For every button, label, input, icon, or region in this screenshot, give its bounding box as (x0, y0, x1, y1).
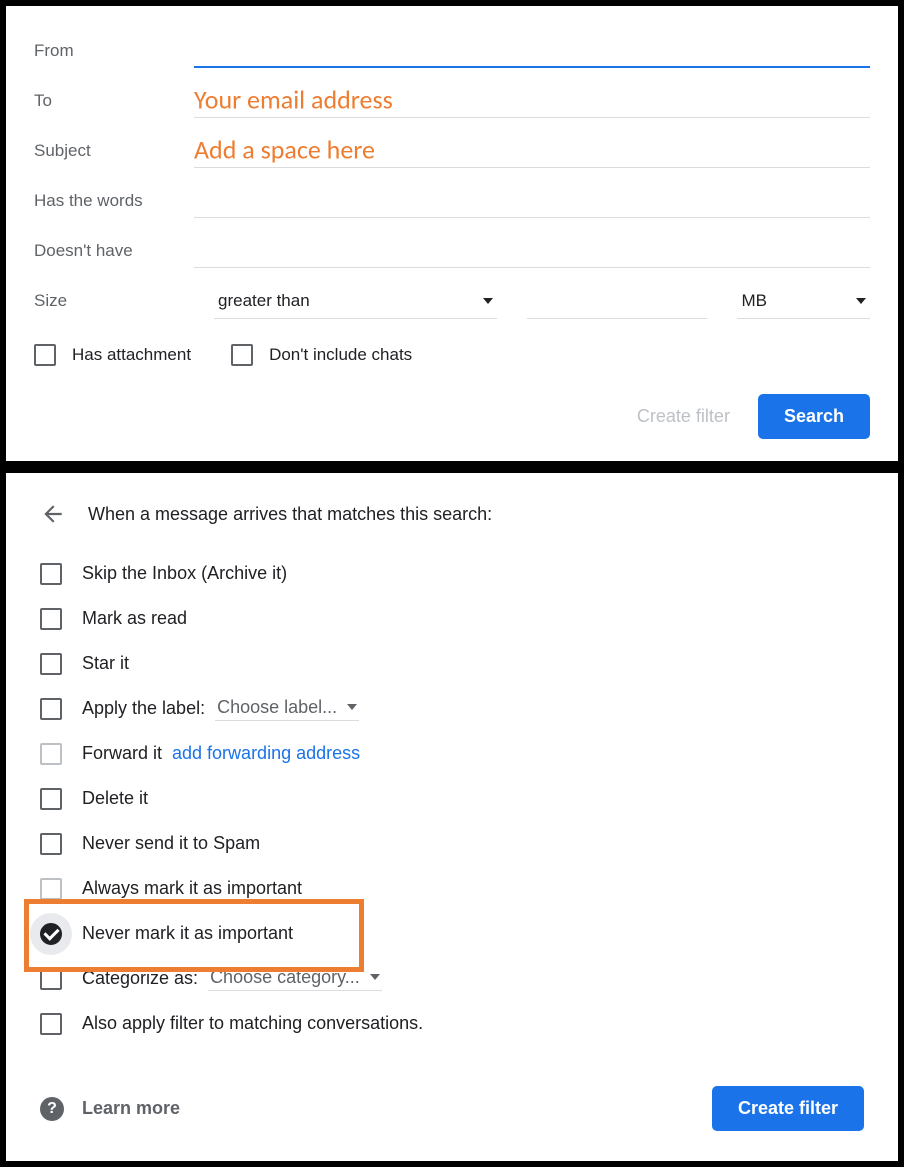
action-apply_existing: Also apply filter to matching conversati… (40, 1001, 864, 1046)
action-categorize: Categorize as: Choose category... (40, 956, 864, 1001)
label-apply_label: Apply the label: (82, 698, 205, 719)
checkbox-always_important (40, 878, 62, 900)
checkbox-star[interactable] (40, 653, 62, 675)
action-forward: Forward it add forwarding address (40, 731, 864, 776)
has-attachment-label: Has attachment (72, 345, 191, 365)
create-filter-link[interactable]: Create filter (637, 406, 730, 427)
caret-down-icon (347, 704, 357, 710)
search-criteria-panel: From To Your email address Subject Add a… (0, 0, 904, 467)
action-apply_label: Apply the label: Choose label... (40, 686, 864, 731)
link-forward[interactable]: add forwarding address (172, 743, 360, 764)
caret-down-icon (483, 298, 493, 304)
checkbox-categorize[interactable] (40, 968, 62, 990)
action-never_important: Never mark it as important (40, 911, 864, 956)
select-categorize[interactable]: Choose category... (208, 967, 382, 991)
filter-header-text: When a message arrives that matches this… (88, 504, 492, 525)
label-apply_existing: Also apply filter to matching conversati… (82, 1013, 423, 1034)
dont-include-chats-label: Don't include chats (269, 345, 412, 365)
dont-include-chats-checkbox[interactable] (231, 344, 253, 366)
input-subject[interactable] (194, 135, 870, 168)
label-never_important: Never mark it as important (82, 923, 293, 944)
checkbox-row: Has attachment Don't include chats (34, 344, 870, 366)
row-from: From (34, 26, 870, 76)
learn-more-link[interactable]: ? Learn more (40, 1097, 180, 1121)
label-subject: Subject (34, 141, 194, 161)
has-attachment-option: Has attachment (34, 344, 191, 366)
label-star: Star it (82, 653, 129, 674)
action-star: Star it (40, 641, 864, 686)
input-from[interactable] (194, 34, 870, 68)
action-always_important: Always mark it as important (40, 866, 864, 911)
action-delete: Delete it (40, 776, 864, 821)
input-to[interactable] (194, 85, 870, 118)
label-forward: Forward it (82, 743, 162, 764)
filter-footer-row: ? Learn more Create filter (40, 1086, 864, 1131)
action-mark_read: Mark as read (40, 596, 864, 641)
search-button[interactable]: Search (758, 394, 870, 439)
size-value-input[interactable] (527, 283, 707, 319)
label-from: From (34, 41, 194, 61)
checkbox-forward (40, 743, 62, 765)
button-row: Create filter Search (34, 394, 870, 439)
checkbox-mark_read[interactable] (40, 608, 62, 630)
size-unit-select[interactable]: MB (737, 283, 870, 319)
input-has-words[interactable] (194, 185, 870, 218)
label-never_spam: Never send it to Spam (82, 833, 260, 854)
size-unit-value: MB (741, 291, 767, 311)
label-size: Size (34, 291, 184, 311)
checkbox-never_important[interactable] (40, 923, 62, 945)
checkbox-apply_label[interactable] (40, 698, 62, 720)
caret-down-icon (370, 974, 380, 980)
row-doesnt-have: Doesn't have (34, 226, 870, 276)
row-subject: Subject Add a space here (34, 126, 870, 176)
label-categorize: Categorize as: (82, 968, 198, 989)
dont-include-chats-option: Don't include chats (231, 344, 412, 366)
checkbox-delete[interactable] (40, 788, 62, 810)
checkbox-never_spam[interactable] (40, 833, 62, 855)
help-icon: ? (40, 1097, 64, 1121)
row-size: Size greater than MB (34, 276, 870, 326)
label-has-words: Has the words (34, 191, 194, 211)
select-apply_label[interactable]: Choose label... (215, 697, 359, 721)
filter-actions-panel: When a message arrives that matches this… (0, 467, 904, 1167)
filter-header-row: When a message arrives that matches this… (40, 501, 864, 527)
label-to: To (34, 91, 194, 111)
label-doesnt-have: Doesn't have (34, 241, 194, 261)
back-arrow-icon[interactable] (40, 501, 66, 527)
caret-down-icon (856, 298, 866, 304)
learn-more-label: Learn more (82, 1098, 180, 1119)
create-filter-button[interactable]: Create filter (712, 1086, 864, 1131)
label-delete: Delete it (82, 788, 148, 809)
size-operator-select[interactable]: greater than (214, 283, 497, 319)
label-mark_read: Mark as read (82, 608, 187, 629)
has-attachment-checkbox[interactable] (34, 344, 56, 366)
filter-action-list: Skip the Inbox (Archive it) Mark as read S… (40, 551, 864, 1046)
checkbox-skip_inbox[interactable] (40, 563, 62, 585)
input-doesnt-have[interactable] (194, 235, 870, 268)
action-skip_inbox: Skip the Inbox (Archive it) (40, 551, 864, 596)
label-always_important: Always mark it as important (82, 878, 302, 899)
label-skip_inbox: Skip the Inbox (Archive it) (82, 563, 287, 584)
row-has-words: Has the words (34, 176, 870, 226)
size-operator-value: greater than (218, 291, 310, 311)
action-never_spam: Never send it to Spam (40, 821, 864, 866)
checkbox-apply_existing[interactable] (40, 1013, 62, 1035)
row-to: To Your email address (34, 76, 870, 126)
